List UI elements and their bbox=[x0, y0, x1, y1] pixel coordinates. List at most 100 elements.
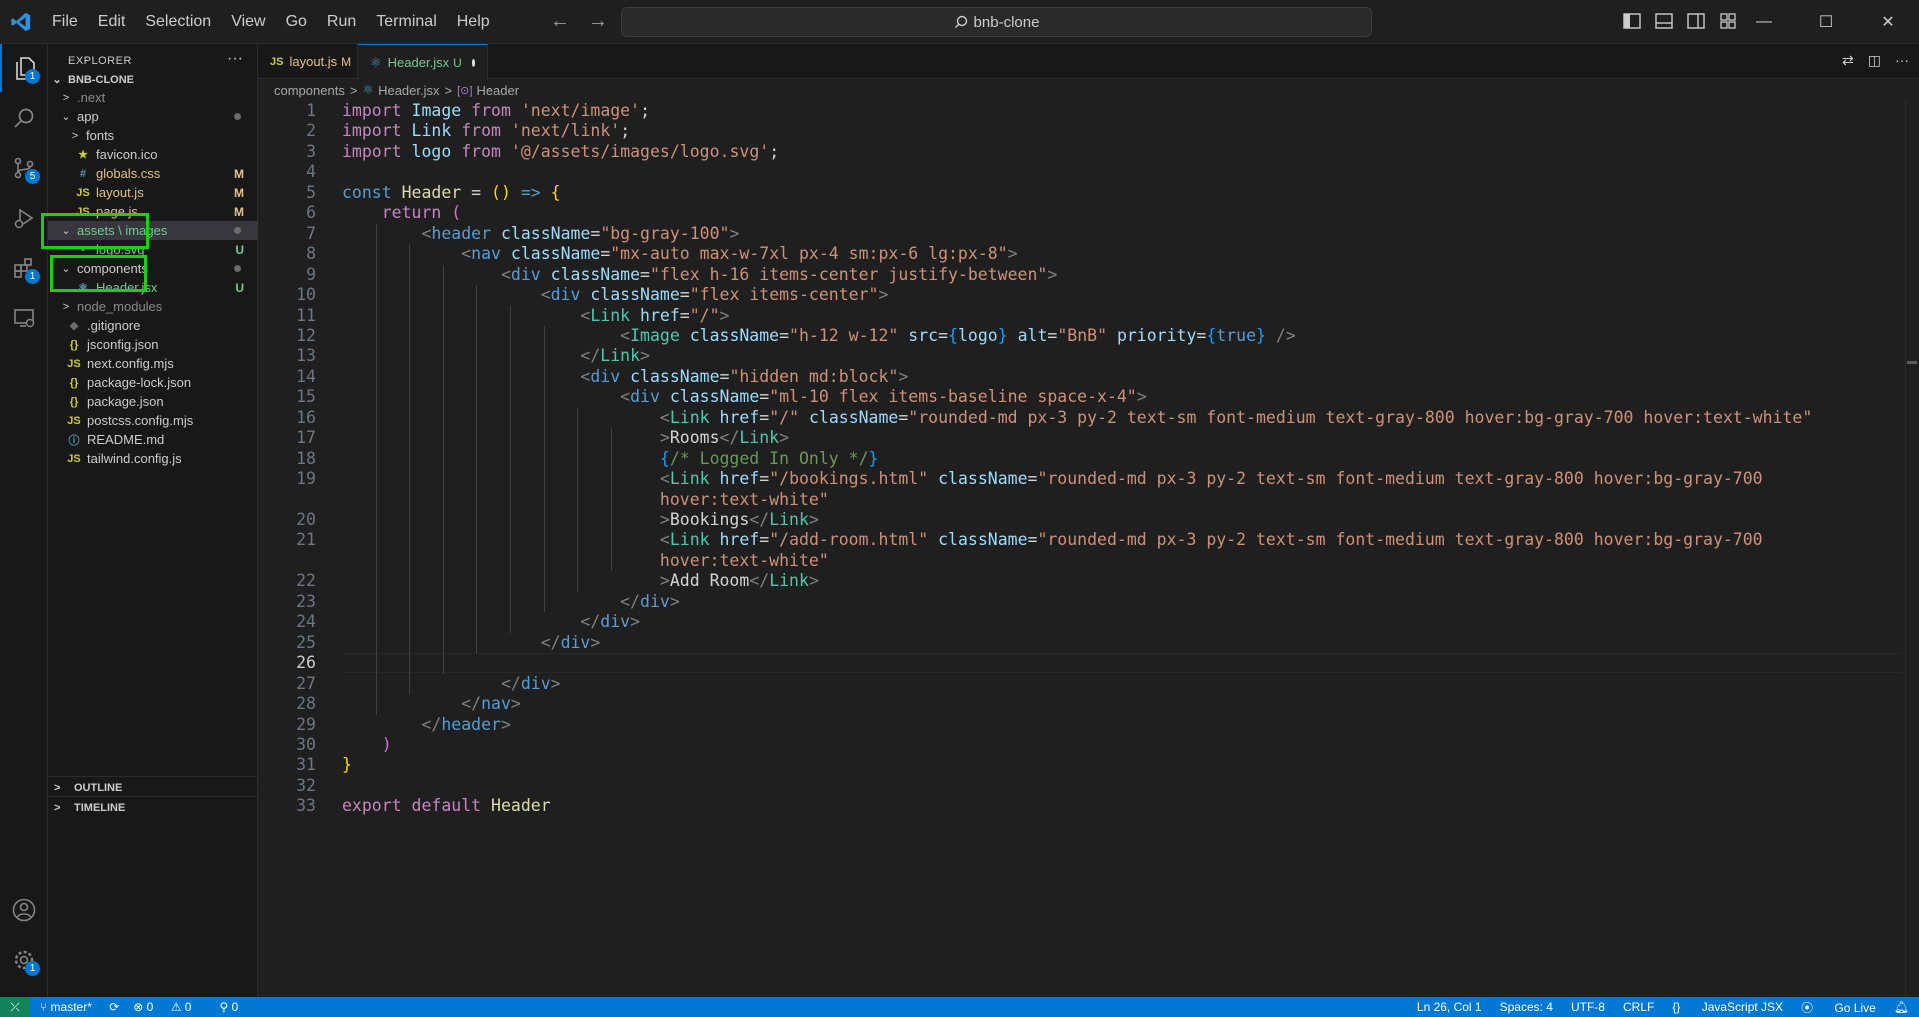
code-line[interactable]: <nav className="mx-auto max-w-7xl px-4 s… bbox=[342, 244, 1017, 264]
remote-indicator[interactable]: ⤫ bbox=[0, 997, 30, 1017]
code-line[interactable]: return ( bbox=[342, 203, 461, 223]
code-line[interactable]: <Link href="/"> bbox=[342, 306, 729, 326]
code-line[interactable]: hover:text-white" bbox=[342, 551, 829, 571]
tree-item[interactable]: # globals.css M bbox=[48, 164, 258, 183]
menu-selection[interactable]: Selection bbox=[145, 13, 211, 31]
cursor-position[interactable]: Ln 26, Col 1 bbox=[1417, 1000, 1482, 1014]
code-line[interactable]: </header> bbox=[342, 715, 510, 735]
code-line[interactable]: <div className="flex h-16 items-center j… bbox=[342, 265, 1057, 285]
code-line[interactable]: <header className="bg-gray-100"> bbox=[342, 224, 739, 244]
encoding[interactable]: UTF-8 bbox=[1571, 1000, 1605, 1014]
split-editor-icon[interactable]: ◫ bbox=[1868, 52, 1881, 69]
code-line[interactable]: <Image className="h-12 w-12" src={logo} … bbox=[342, 326, 1296, 346]
tree-item[interactable]: > node_modules bbox=[48, 297, 258, 316]
breadcrumb-symbol[interactable]: Header bbox=[476, 83, 519, 98]
code-line[interactable]: </div> bbox=[342, 633, 601, 653]
search-activity[interactable] bbox=[0, 94, 48, 142]
code-line[interactable]: </Link> bbox=[342, 346, 650, 366]
tree-item[interactable]: > fonts bbox=[48, 126, 258, 145]
tree-item[interactable]: JS tailwind.config.js bbox=[48, 449, 258, 468]
toggle-secondary-sidebar-icon[interactable] bbox=[1686, 11, 1706, 31]
code-line[interactable]: import Link from 'next/link'; bbox=[342, 121, 630, 141]
more-actions-icon[interactable]: ··· bbox=[1895, 52, 1909, 69]
tree-item[interactable]: ★ favicon.ico bbox=[48, 145, 258, 164]
code-line[interactable]: <Link href="/" className="rounded-md px-… bbox=[342, 408, 1812, 428]
open-changes-icon[interactable]: ⇄ bbox=[1842, 52, 1854, 69]
tree-item[interactable]: JS layout.js M bbox=[48, 183, 258, 202]
tree-item-label: tailwind.config.js bbox=[87, 451, 182, 466]
branch-status[interactable]: ⑂ master* ⟳ bbox=[40, 1000, 119, 1014]
code-line[interactable]: <Link href="/add-room.html" className="r… bbox=[342, 530, 1763, 550]
code-editor[interactable]: 1 2 3 4 5 6 7 8 9 10 11 12 13 14 15 16 17 18 19 20 21 22 23 24 2… bbox=[258, 101, 1919, 997]
indentation[interactable]: Spaces: 4 bbox=[1500, 1000, 1553, 1014]
code-line[interactable]: <div className="hidden md:block"> bbox=[342, 367, 908, 387]
code-line[interactable]: } bbox=[342, 755, 352, 775]
code-line[interactable]: ) bbox=[342, 735, 392, 755]
code-line[interactable]: </div> bbox=[342, 592, 680, 612]
extensions-activity[interactable]: 1 bbox=[0, 244, 48, 292]
outline-section[interactable]: > OUTLINE bbox=[48, 776, 258, 798]
code-line[interactable]: import logo from '@/assets/images/logo.s… bbox=[342, 142, 779, 162]
code-line[interactable]: </nav> bbox=[342, 694, 521, 714]
menu-view[interactable]: View bbox=[231, 13, 265, 31]
code-line[interactable]: >Rooms</Link> bbox=[342, 428, 789, 448]
menu-go[interactable]: Go bbox=[286, 13, 307, 31]
maximize-icon[interactable]: ☐ bbox=[1795, 0, 1857, 44]
toggle-panel-icon[interactable] bbox=[1654, 11, 1674, 31]
more-actions-icon[interactable]: ··· bbox=[227, 50, 243, 68]
close-icon[interactable]: ✕ bbox=[1857, 0, 1919, 44]
go-live-button[interactable]: ⦿ Go Live bbox=[1801, 999, 1876, 1016]
back-arrow-icon[interactable]: ← bbox=[550, 10, 570, 33]
tab-layout-js[interactable]: JS layout.js M bbox=[258, 44, 358, 79]
breadcrumb-folder[interactable]: components bbox=[274, 83, 345, 98]
code-token: = bbox=[759, 530, 770, 549]
problems-status[interactable]: ⊗ 0 ⚠ 0 bbox=[133, 1000, 205, 1014]
tree-item[interactable]: > .next bbox=[48, 88, 258, 107]
forward-arrow-icon[interactable]: → bbox=[588, 10, 608, 33]
tree-item[interactable]: {} package.json bbox=[48, 392, 258, 411]
notifications-bell-icon[interactable]: 🔔︎ bbox=[1894, 1000, 1909, 1014]
menu-run[interactable]: Run bbox=[327, 13, 356, 31]
code-line[interactable]: </div> bbox=[342, 674, 561, 694]
code-line[interactable]: import Image from 'next/image'; bbox=[342, 101, 650, 121]
tree-item[interactable]: JS next.config.mjs bbox=[48, 354, 258, 373]
tree-item[interactable]: ◆ .gitignore bbox=[48, 316, 258, 335]
end-of-line[interactable]: CRLF bbox=[1623, 1000, 1654, 1014]
ports-status[interactable]: ⚲ 0 bbox=[219, 1000, 252, 1014]
tree-item[interactable]: JS postcss.config.mjs bbox=[48, 411, 258, 430]
tab-header-jsx[interactable]: ⚛ Header.jsx U bbox=[358, 44, 488, 80]
code-line[interactable]: <div className="ml-10 flex items-baselin… bbox=[342, 387, 1147, 407]
accounts-activity[interactable] bbox=[0, 886, 48, 934]
explorer-activity[interactable]: 1 bbox=[0, 44, 48, 92]
menu-help[interactable]: Help bbox=[457, 13, 490, 31]
command-center-search[interactable]: bnb-clone bbox=[621, 7, 1372, 37]
menu-terminal[interactable]: Terminal bbox=[376, 13, 436, 31]
code-line[interactable]: >Bookings</Link> bbox=[342, 510, 819, 530]
code-line[interactable]: hover:text-white" bbox=[342, 490, 829, 510]
code-line[interactable]: <Link href="/bookings.html" className="r… bbox=[342, 469, 1763, 489]
menu-edit[interactable]: Edit bbox=[98, 13, 126, 31]
tree-item[interactable]: {} jsconfig.json bbox=[48, 335, 258, 354]
code-line[interactable]: </div> bbox=[342, 612, 640, 632]
tree-item[interactable]: ⓘ README.md bbox=[48, 430, 258, 449]
manage-activity[interactable]: 1 bbox=[0, 936, 48, 984]
minimize-icon[interactable]: — bbox=[1733, 0, 1795, 44]
toggle-primary-sidebar-icon[interactable] bbox=[1622, 11, 1642, 31]
unsaved-dot-icon[interactable] bbox=[471, 58, 475, 67]
timeline-section[interactable]: > TIMELINE bbox=[48, 796, 258, 818]
tree-item[interactable]: ⌄ app bbox=[48, 107, 258, 126]
breadcrumb-file[interactable]: Header.jsx bbox=[378, 83, 439, 98]
remote-explorer-activity[interactable] bbox=[0, 294, 48, 342]
menu-file[interactable]: File bbox=[52, 13, 78, 31]
code-line[interactable]: {/* Logged In Only */} bbox=[342, 449, 879, 469]
source-control-activity[interactable]: 5 bbox=[0, 144, 48, 192]
editor-scrollbar[interactable] bbox=[1905, 101, 1919, 997]
code-line[interactable]: export default Header bbox=[342, 796, 551, 816]
tree-item[interactable]: {} package-lock.json bbox=[48, 373, 258, 392]
code-line[interactable]: <div className="flex items-center"> bbox=[342, 285, 889, 305]
language-mode[interactable]: {} JavaScript JSX bbox=[1672, 1000, 1783, 1014]
code-line[interactable]: const Header = () => { bbox=[342, 183, 561, 203]
code-line[interactable]: >Add Room</Link> bbox=[342, 571, 819, 591]
